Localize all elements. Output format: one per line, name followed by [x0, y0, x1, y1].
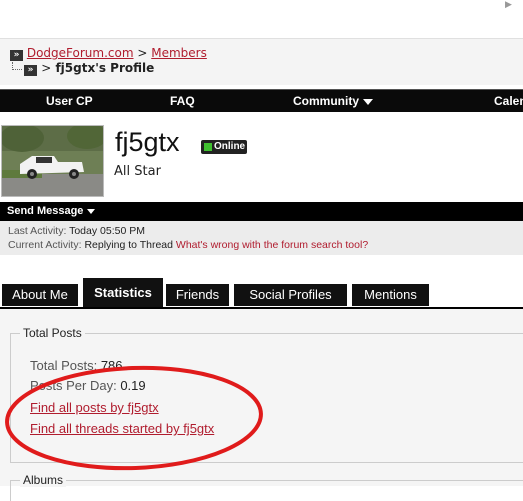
online-status-label: Online [214, 141, 246, 152]
find-all-threads-link[interactable]: Find all threads started by fj5gtx [30, 421, 214, 436]
breadcrumb-current: » > fj5gtx's Profile [12, 61, 154, 76]
last-activity-value: Today 05:50 PM [69, 225, 145, 237]
breadcrumb-members-link[interactable]: Members [151, 46, 207, 60]
total-posts-label: Total Posts: [30, 358, 98, 373]
chevron-down-icon [363, 98, 373, 105]
find-all-posts-link[interactable]: Find all posts by fj5gtx [30, 400, 159, 415]
main-navbar: User CP FAQ Community Calen [0, 89, 523, 112]
nav-calendar[interactable]: Calen [494, 94, 523, 108]
truck-photo [2, 126, 103, 196]
breadcrumb-line: » DodgeForum.com > Members [10, 46, 207, 61]
breadcrumb-arrow-icon: » [24, 65, 37, 76]
last-activity-label: Last Activity: [8, 225, 67, 237]
albums-fieldset [10, 480, 523, 501]
albums-heading: Albums [20, 473, 67, 487]
total-posts-heading: Total Posts [20, 326, 85, 340]
posts-per-day-stat: Posts Per Day: 0.19 [30, 378, 146, 393]
nav-user-cp[interactable]: User CP [46, 94, 93, 108]
last-activity: Last Activity: Today 05:50 PM [8, 225, 145, 237]
nav-faq[interactable]: FAQ [170, 94, 195, 108]
breadcrumb-separator: > [41, 61, 52, 75]
tab-about-me[interactable]: About Me [2, 284, 78, 306]
nav-community[interactable]: Community [293, 94, 373, 108]
send-message-button[interactable]: Send Message [7, 205, 96, 217]
avatar[interactable] [1, 125, 104, 197]
tab-mentions[interactable]: Mentions [352, 284, 429, 306]
online-indicator-icon [204, 143, 212, 151]
nav-community-label: Community [293, 94, 359, 108]
tab-friends[interactable]: Friends [166, 284, 229, 306]
breadcrumb-arrow-icon: » [10, 50, 23, 61]
total-posts-fieldset [10, 333, 523, 463]
total-posts-stat: Total Posts: 786 [30, 358, 123, 373]
posts-per-day-label: Posts Per Day: [30, 378, 117, 393]
chevron-down-icon [87, 208, 96, 214]
current-activity-label: Current Activity: [8, 239, 82, 251]
tab-statistics[interactable]: Statistics [81, 278, 165, 307]
send-message-bar[interactable]: Send Message [0, 202, 523, 221]
profile-username: fj5gtx [115, 127, 180, 157]
send-message-label: Send Message [7, 205, 84, 217]
posts-per-day-value: 0.19 [120, 378, 146, 393]
tab-social-profiles[interactable]: Social Profiles [234, 284, 347, 306]
profile-tabs: About Me Statistics Friends Social Profi… [0, 276, 523, 309]
total-posts-value: 786 [100, 358, 123, 373]
corner-arrow-icon: ▶ [505, 0, 512, 10]
activity-panel: Last Activity: Today 05:50 PM Current Ac… [0, 221, 523, 255]
current-activity-thread-link[interactable]: What's wrong with the forum search tool? [176, 239, 368, 251]
tree-connector [12, 62, 22, 70]
online-status-badge: Online [201, 140, 247, 154]
page-title: fj5gtx's Profile [55, 61, 155, 75]
user-title: All Star [114, 164, 161, 179]
current-activity-value: Replying to Thread [84, 239, 173, 251]
breadcrumb-site-link[interactable]: DodgeForum.com [27, 46, 134, 60]
breadcrumb-separator: > [137, 46, 148, 60]
current-activity: Current Activity: Replying to Thread Wha… [8, 239, 368, 251]
